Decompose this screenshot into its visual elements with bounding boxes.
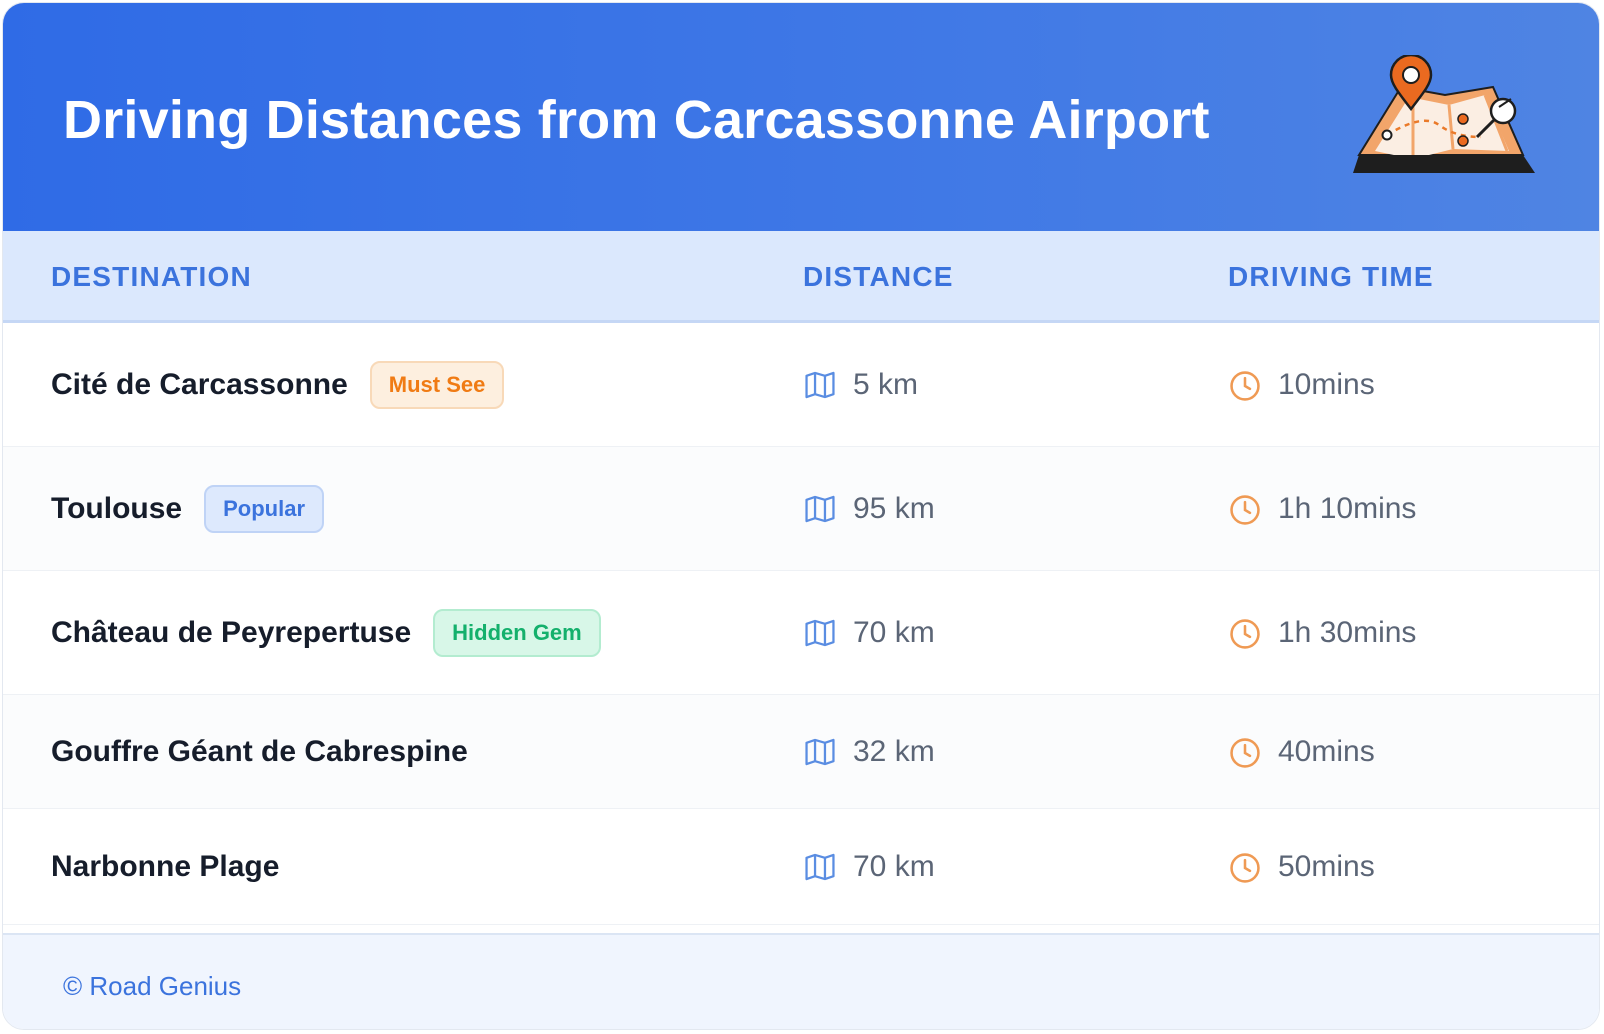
distance-value: 95 km [853,491,935,525]
table-row: Gouffre Géant de Cabrespine 32 km 40mins [3,695,1599,809]
destination-name: Toulouse [51,491,183,525]
table-header: DESTINATION DISTANCE DRIVING TIME [3,231,1599,323]
clock-icon [1228,492,1262,526]
badge-popular: Popular [204,484,325,533]
distance-value: 70 km [853,615,935,649]
header-banner: Driving Distances from Carcassonne Airpo… [3,3,1599,231]
clock-icon [1228,735,1262,769]
page-title: Driving Distances from Carcassonne Airpo… [63,90,1210,150]
clock-icon [1228,368,1262,402]
destination-cell: Gouffre Géant de Cabrespine [51,695,468,808]
copyright-link[interactable]: © Road Genius [63,971,241,1002]
destination-cell: Narbonne Plage [51,809,279,924]
time-cell: 1h 30mins [1228,571,1416,694]
distance-cell: 70 km [803,571,935,694]
clock-icon [1228,616,1262,650]
table-row: Toulouse Popular 95 km 1h 10mins [3,447,1599,571]
table-row: Cité de Carcassonne Must See 5 km 10mins [3,323,1599,447]
destination-cell: Cité de Carcassonne Must See [51,323,505,446]
folded-map-icon [803,368,837,402]
distance-value: 5 km [853,367,919,401]
distance-cell: 32 km [803,695,935,808]
table-row: Narbonne Plage 70 km 50mins [3,809,1599,925]
column-header-distance: DISTANCE [803,261,954,292]
time-value: 1h 30mins [1278,615,1417,649]
destination-name: Cité de Carcassonne [51,367,348,401]
distance-value: 32 km [853,734,935,768]
footer: © Road Genius [3,933,1599,1029]
distance-value: 70 km [853,849,935,883]
column-header-driving-time: DRIVING TIME [1228,261,1434,292]
destination-name: Château de Peyrepertuse [51,615,412,649]
folded-map-icon [803,735,837,769]
time-cell: 40mins [1228,695,1375,808]
time-value: 1h 10mins [1278,491,1417,525]
time-cell: 50mins [1228,809,1375,924]
distance-cell: 70 km [803,809,935,924]
table-row: Château de Peyrepertuse Hidden Gem 70 km… [3,571,1599,695]
distance-card: Driving Distances from Carcassonne Airpo… [2,2,1600,1030]
folded-map-icon [803,616,837,650]
destination-name: Gouffre Géant de Cabrespine [51,734,468,768]
table-body: Cité de Carcassonne Must See 5 km 10mins… [3,323,1599,925]
clock-icon [1228,850,1262,884]
map-with-pin-icon [1353,55,1535,173]
destination-name: Narbonne Plage [51,849,280,883]
time-value: 40mins [1278,734,1375,768]
time-value: 50mins [1278,849,1375,883]
distance-cell: 5 km [803,323,918,446]
time-value: 10mins [1278,367,1375,401]
column-header-destination: DESTINATION [51,261,252,292]
time-cell: 1h 10mins [1228,447,1416,570]
destination-cell: Toulouse Popular [51,447,325,570]
time-cell: 10mins [1228,323,1375,446]
destination-cell: Château de Peyrepertuse Hidden Gem [51,571,601,694]
badge-must-see: Must See [369,360,505,409]
badge-hidden-gem: Hidden Gem [433,608,601,657]
folded-map-icon [803,492,837,526]
folded-map-icon [803,850,837,884]
distance-cell: 95 km [803,447,935,570]
